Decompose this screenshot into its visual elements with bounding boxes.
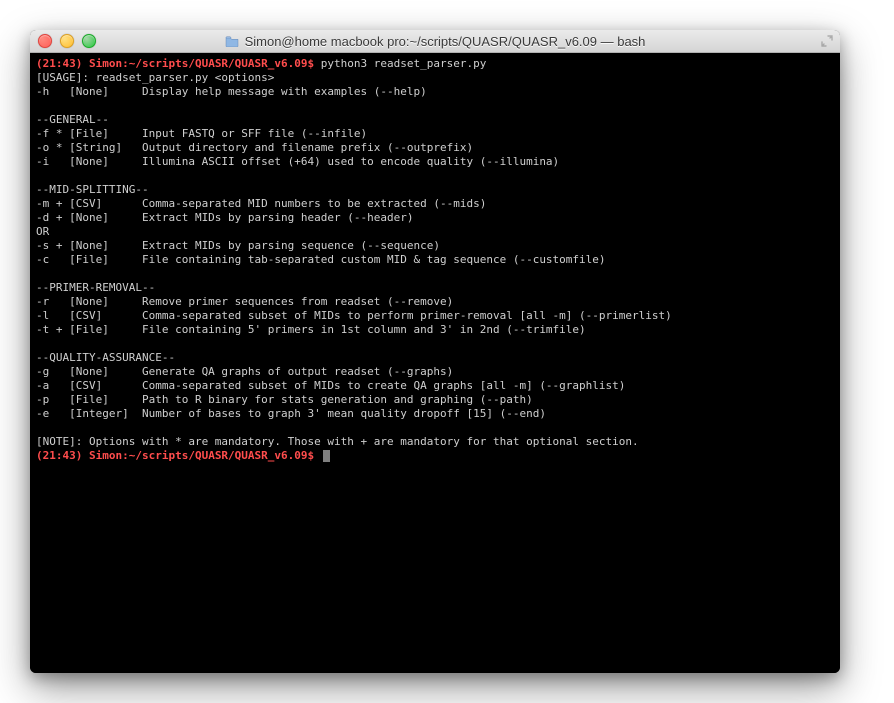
output-line: -a [CSV] Comma-separated subset of MIDs … [36,379,625,392]
output-line: -g [None] Generate QA graphs of output r… [36,365,453,378]
output-line: -d + [None] Extract MIDs by parsing head… [36,211,414,224]
output-line: --GENERAL-- [36,113,109,126]
terminal-window: Simon@home macbook pro:~/scripts/QUASR/Q… [30,30,840,673]
command: python3 readset_parser.py [321,57,487,70]
traffic-lights [38,34,96,48]
output-line: OR [36,225,49,238]
prompt-time: (21:43) [36,449,82,462]
output-line: -f * [File] Input FASTQ or SFF file (--i… [36,127,367,140]
output-line: -s + [None] Extract MIDs by parsing sequ… [36,239,440,252]
output-line: -m + [CSV] Comma-separated MID numbers t… [36,197,486,210]
prompt-time: (21:43) [36,57,82,70]
output-line: --PRIMER-REMOVAL-- [36,281,155,294]
output-line: --MID-SPLITTING-- [36,183,149,196]
output-line: -r [None] Remove primer sequences from r… [36,295,453,308]
folder-icon [225,35,239,47]
minimize-button[interactable] [60,34,74,48]
output-line: [USAGE]: readset_parser.py <options> [36,71,274,84]
output-line: -e [Integer] Number of bases to graph 3'… [36,407,546,420]
prompt-path: Simon:~/scripts/QUASR/QUASR_v6.09$ [89,57,314,70]
output-line: -p [File] Path to R binary for stats gen… [36,393,533,406]
output-line: [NOTE]: Options with * are mandatory. Th… [36,435,639,448]
output-line: -c [File] File containing tab-separated … [36,253,606,266]
output-line: -t + [File] File containing 5' primers i… [36,323,586,336]
output-line: -h [None] Display help message with exam… [36,85,427,98]
output-line: -o * [String] Output directory and filen… [36,141,473,154]
fullscreen-icon[interactable] [820,34,834,48]
window-title: Simon@home macbook pro:~/scripts/QUASR/Q… [245,34,646,49]
titlebar[interactable]: Simon@home macbook pro:~/scripts/QUASR/Q… [30,30,840,53]
close-button[interactable] [38,34,52,48]
cursor [323,450,330,462]
terminal-body[interactable]: (21:43) Simon:~/scripts/QUASR/QUASR_v6.0… [30,53,840,673]
window-title-wrap: Simon@home macbook pro:~/scripts/QUASR/Q… [30,34,840,49]
zoom-button[interactable] [82,34,96,48]
prompt-path: Simon:~/scripts/QUASR/QUASR_v6.09$ [89,449,314,462]
output-line: -l [CSV] Comma-separated subset of MIDs … [36,309,672,322]
output-line: -i [None] Illumina ASCII offset (+64) us… [36,155,559,168]
output-line: --QUALITY-ASSURANCE-- [36,351,175,364]
